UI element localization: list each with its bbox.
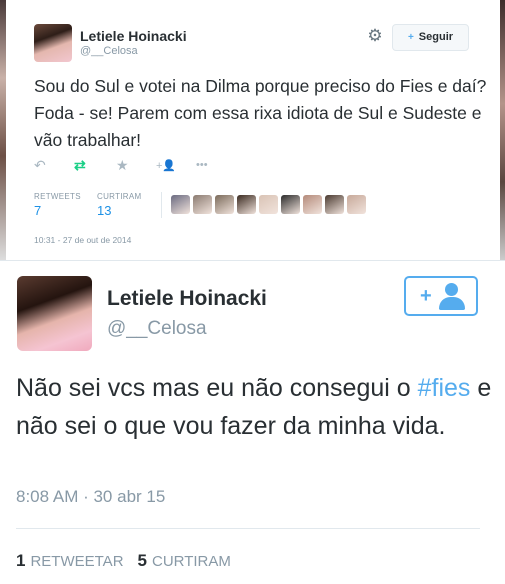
follow-button[interactable]: + Seguir (392, 24, 469, 51)
user-name[interactable]: Letiele Hoinacki (80, 28, 187, 44)
favoriter-avatar[interactable] (193, 195, 212, 214)
retweets-label[interactable]: RETWEETAR (30, 553, 123, 570)
reply-icon[interactable]: ↶ (34, 157, 46, 174)
likes-count[interactable]: 13 (97, 203, 111, 218)
gear-icon[interactable]: ⚙ (366, 27, 384, 45)
tweet-text: Não sei vcs mas eu não consegui o #fies … (16, 369, 496, 445)
retweets-count[interactable]: 1 (16, 551, 25, 570)
user-handle[interactable]: @__Celosa (80, 45, 138, 57)
user-handle[interactable]: @__Celosa (107, 318, 207, 340)
favoriter-avatar[interactable] (325, 195, 344, 214)
avatar[interactable] (17, 276, 92, 351)
favoriter-avatar[interactable] (259, 195, 278, 214)
favoriter-avatar[interactable] (237, 195, 256, 214)
retweet-icon[interactable]: ⇄ (74, 157, 86, 174)
plus-icon: + (420, 285, 432, 307)
person-icon (439, 283, 465, 311)
follow-button[interactable]: + (404, 276, 478, 316)
favoriter-avatar[interactable] (281, 195, 300, 214)
divider (16, 528, 480, 529)
avatar[interactable] (34, 24, 72, 62)
timestamp[interactable]: 8:08 AM · 30 abr 15 (16, 487, 165, 507)
tweet-stats: 1 RETWEETAR 5 CURTIRAM (16, 551, 231, 571)
tweet-card-1: Letiele Hoinacki @__Celosa ⚙ + Seguir Sou… (0, 0, 505, 261)
favoriter-avatar[interactable] (303, 195, 322, 214)
favoriter-avatar[interactable] (171, 195, 190, 214)
timestamp[interactable]: 10:31 - 27 de out de 2014 (34, 235, 131, 245)
follow-icon: + (407, 32, 414, 43)
tweet-text: Sou do Sul e votei na Dilma porque preci… (34, 76, 487, 150)
retweets-count[interactable]: 7 (34, 203, 41, 218)
hashtag-link[interactable]: #fies (418, 374, 471, 402)
favoriter-avatar[interactable] (215, 195, 234, 214)
background-strip-right (500, 0, 505, 260)
likes-label[interactable]: CURTIRAM (152, 553, 231, 570)
retweets-label: RETWEETS (34, 192, 81, 201)
follow-label: Seguir (418, 31, 454, 43)
user-name[interactable]: Letiele Hoinacki (107, 287, 267, 311)
stats-divider (161, 192, 162, 218)
likes-count[interactable]: 5 (138, 551, 147, 570)
likes-label: CURTIRAM (97, 192, 142, 201)
favorite-icon[interactable]: ★ (116, 157, 129, 174)
tweet-text-part: Não sei vcs mas eu não consegui o (16, 374, 418, 402)
favoriter-avatar[interactable] (347, 195, 366, 214)
follow-user-icon[interactable]: +👤 (156, 159, 176, 172)
more-icon[interactable]: ••• (196, 159, 208, 171)
background-strip-left (0, 0, 6, 260)
